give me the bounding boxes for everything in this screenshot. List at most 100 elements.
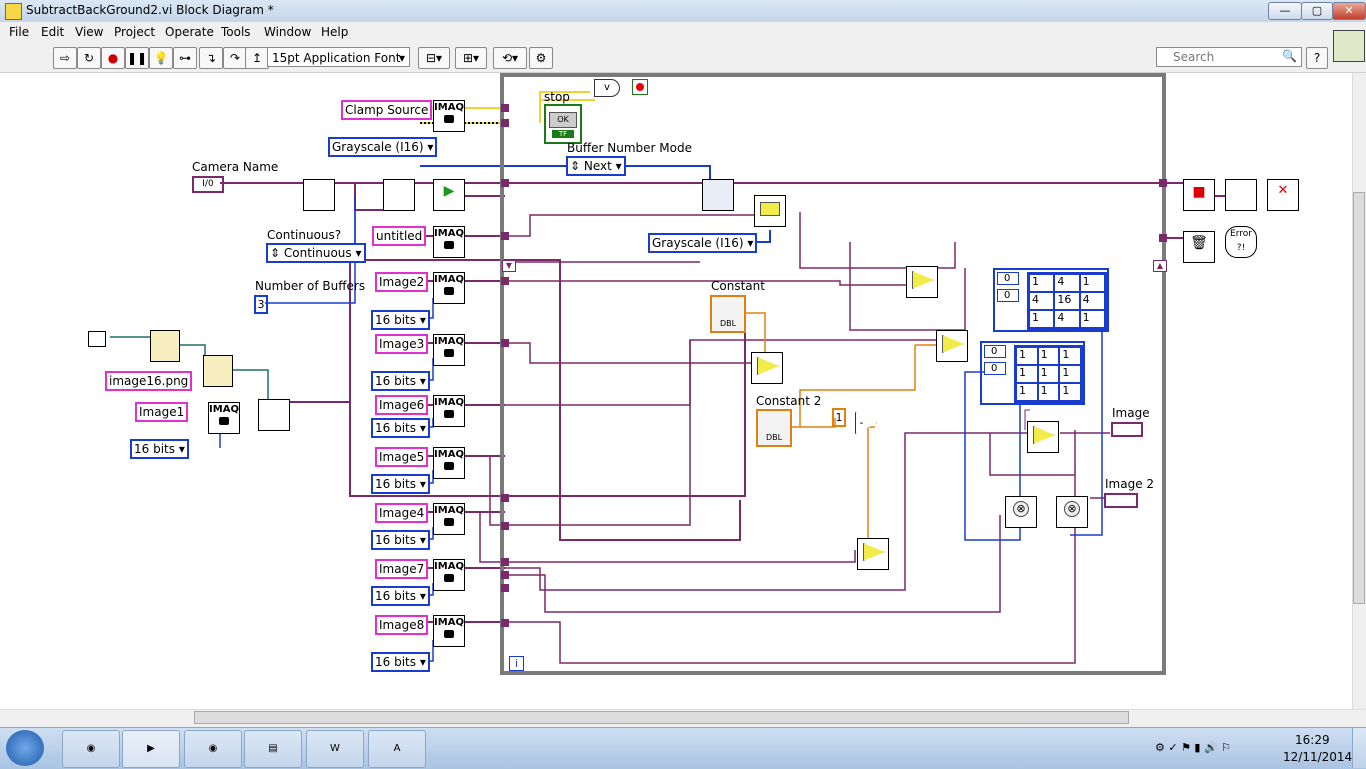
matrix-cell[interactable]: 1 (1029, 310, 1055, 328)
constant-slide-terminal[interactable]: DBL (710, 295, 746, 333)
image2-indicator[interactable] (1104, 493, 1138, 508)
image-indicator[interactable] (1111, 422, 1143, 437)
matrix-cell[interactable]: 1 (1059, 347, 1081, 365)
step-out-icon[interactable]: ↥ (245, 47, 269, 69)
imaq-convolute-icon[interactable]: ⊗ (1005, 496, 1037, 528)
imaq-create-node[interactable]: IMAQ (433, 272, 465, 304)
bits-enum[interactable]: 16 bits ▾ (371, 652, 430, 672)
matrix-cell[interactable]: 4 (1079, 292, 1105, 310)
start-button-icon[interactable] (6, 730, 44, 766)
imaqdx-unconfigure-icon[interactable] (1225, 179, 1257, 211)
build-path-icon[interactable] (203, 355, 233, 387)
imaq-subtract-icon[interactable] (906, 266, 938, 298)
shift-register-right[interactable]: ▲ (1153, 260, 1167, 272)
imaq-multiply-icon[interactable] (857, 538, 889, 570)
menu-window[interactable]: Window (264, 25, 311, 39)
kernel-matrix-1[interactable]: 0 0 1 4 1 4 16 4 1 4 1 (993, 268, 1109, 332)
bits-enum[interactable]: 16 bits ▾ (371, 586, 430, 606)
imaq-create-node[interactable]: IMAQ (433, 503, 465, 535)
explorer-folder-icon[interactable]: ▤ (244, 730, 302, 768)
align-objects-icon[interactable]: ⊟▾ (418, 47, 450, 69)
context-help-button[interactable]: ? (1306, 47, 1328, 69)
matrix-cell[interactable]: 1 (1037, 383, 1060, 401)
chrome-taskbar-icon[interactable]: ◉ (184, 730, 242, 768)
search-icon[interactable]: 🔍 (1282, 49, 1297, 63)
imaqdx-open-camera-icon[interactable] (303, 179, 335, 211)
step-over-icon[interactable]: ↷ (223, 47, 247, 69)
imaq-convolute-icon[interactable]: ⊗ (1056, 496, 1088, 528)
maximize-button[interactable]: ▢ (1301, 2, 1333, 20)
clock-date[interactable]: 12/11/2014 (1283, 750, 1352, 764)
file-path-icon[interactable] (88, 331, 106, 347)
image16-png-constant[interactable]: image16.png (105, 371, 193, 391)
matrix-cell[interactable]: 1 (1037, 365, 1060, 383)
imaq-create-node[interactable]: IMAQ (433, 615, 465, 647)
bits-enum[interactable]: 16 bits ▾ (371, 418, 430, 438)
image4-constant[interactable]: Image4 (375, 503, 429, 523)
menu-file[interactable]: File (9, 25, 29, 39)
matrix-cell[interactable]: 1 (1016, 365, 1038, 383)
matrix-cell[interactable]: 1 (1016, 347, 1038, 365)
pause-icon[interactable]: ❚❚ (125, 47, 149, 69)
grayscale-enum-constant-2[interactable]: Grayscale (I16) ▾ (648, 233, 758, 253)
menu-project[interactable]: Project (114, 25, 155, 39)
imaq-create-node[interactable]: IMAQ (208, 402, 240, 434)
highlight-execution-icon[interactable]: 💡 (149, 47, 173, 69)
menu-view[interactable]: View (75, 25, 103, 39)
step-into-icon[interactable]: ↴ (199, 47, 223, 69)
menu-edit[interactable]: Edit (41, 25, 64, 39)
image6-constant[interactable]: Image6 (375, 395, 429, 415)
matrix-cell[interactable]: 1 (1079, 274, 1105, 292)
imaq-add-icon[interactable] (1027, 421, 1059, 453)
reorder-icon[interactable]: ⟲▾ (493, 47, 527, 69)
abort-icon[interactable]: ● (101, 47, 125, 69)
buffer-number-mode-enum[interactable]: ⇕ Next ▾ (566, 156, 626, 176)
build-path-icon[interactable] (150, 330, 180, 362)
imaq-dispose-icon[interactable]: 🗑 (1183, 231, 1215, 263)
stop-button-terminal[interactable]: OK TF (544, 104, 582, 144)
matrix-cell[interactable]: 4 (1029, 292, 1055, 310)
matrix-cell[interactable]: 1 (1037, 347, 1060, 365)
matrix-cell[interactable]: 1 (1029, 274, 1055, 292)
imaq-subtract-icon[interactable] (936, 330, 968, 362)
imaqdx-stop-acquisition-icon[interactable]: ■ (1183, 179, 1215, 211)
imaqdx-close-camera-icon[interactable]: ✕ (1267, 179, 1299, 211)
vertical-scroll-thumb[interactable] (1353, 192, 1365, 604)
untitled-constant[interactable]: untitled (372, 226, 427, 246)
imaq-create-node[interactable]: IMAQ (433, 447, 465, 479)
bits-enum[interactable]: 16 bits ▾ (371, 474, 430, 494)
search-input[interactable]: Search 🔍 (1156, 47, 1302, 67)
imaq-create-node[interactable]: IMAQ (433, 226, 465, 258)
imaqdx-start-acquisition-icon[interactable]: ▶ (433, 179, 465, 211)
camera-name-control[interactable]: I/0 (192, 176, 224, 193)
show-desktop-button[interactable] (1352, 728, 1366, 768)
chrome-taskbar-icon[interactable]: ◉ (62, 730, 120, 768)
bits-enum[interactable]: 16 bits ▾ (371, 371, 430, 391)
loop-condition-terminal[interactable] (632, 79, 648, 95)
bits-enum[interactable]: 16 bits ▾ (371, 530, 430, 550)
font-selector[interactable]: 15pt Application Font ▾ (267, 47, 410, 67)
matrix-cell[interactable]: 4 (1054, 310, 1080, 328)
matrix-cell[interactable]: 1 (1016, 383, 1038, 401)
image2-constant[interactable]: Image2 (375, 272, 429, 292)
cleanup-diagram-icon[interactable]: ⚙ (529, 47, 553, 69)
close-button[interactable]: ✕ (1332, 2, 1366, 20)
matrix-cell[interactable]: 4 (1054, 274, 1080, 292)
number-of-buffers-control[interactable]: 3 (254, 295, 268, 314)
imaq-readfile-icon[interactable] (258, 399, 290, 431)
image3-constant[interactable]: Image3 (375, 334, 429, 354)
retain-wire-values-icon[interactable]: ⊶ (173, 47, 197, 69)
image1-constant[interactable]: Image1 (135, 402, 189, 422)
imaqdx-get-image-icon[interactable] (702, 179, 734, 211)
imaq-create-node[interactable]: IMAQ (433, 395, 465, 427)
imaq-cast-image-icon[interactable] (754, 195, 786, 227)
imaq-create-node[interactable]: IMAQ (433, 334, 465, 366)
grayscale-enum-constant-1[interactable]: Grayscale (I16) ▾ (328, 137, 438, 157)
kernel-matrix-2[interactable]: 0 0 1 1 1 1 1 1 1 1 1 (980, 341, 1085, 405)
horizontal-scroll-thumb[interactable] (194, 711, 1129, 724)
numeric-constant-one[interactable]: 1 (832, 408, 846, 427)
labview-taskbar-icon[interactable]: ▶ (122, 730, 180, 768)
constant2-slide-terminal[interactable]: DBL (756, 409, 792, 447)
run-arrow-icon[interactable]: ⇨ (53, 47, 77, 69)
run-continuously-icon[interactable]: ↻ (77, 47, 101, 69)
